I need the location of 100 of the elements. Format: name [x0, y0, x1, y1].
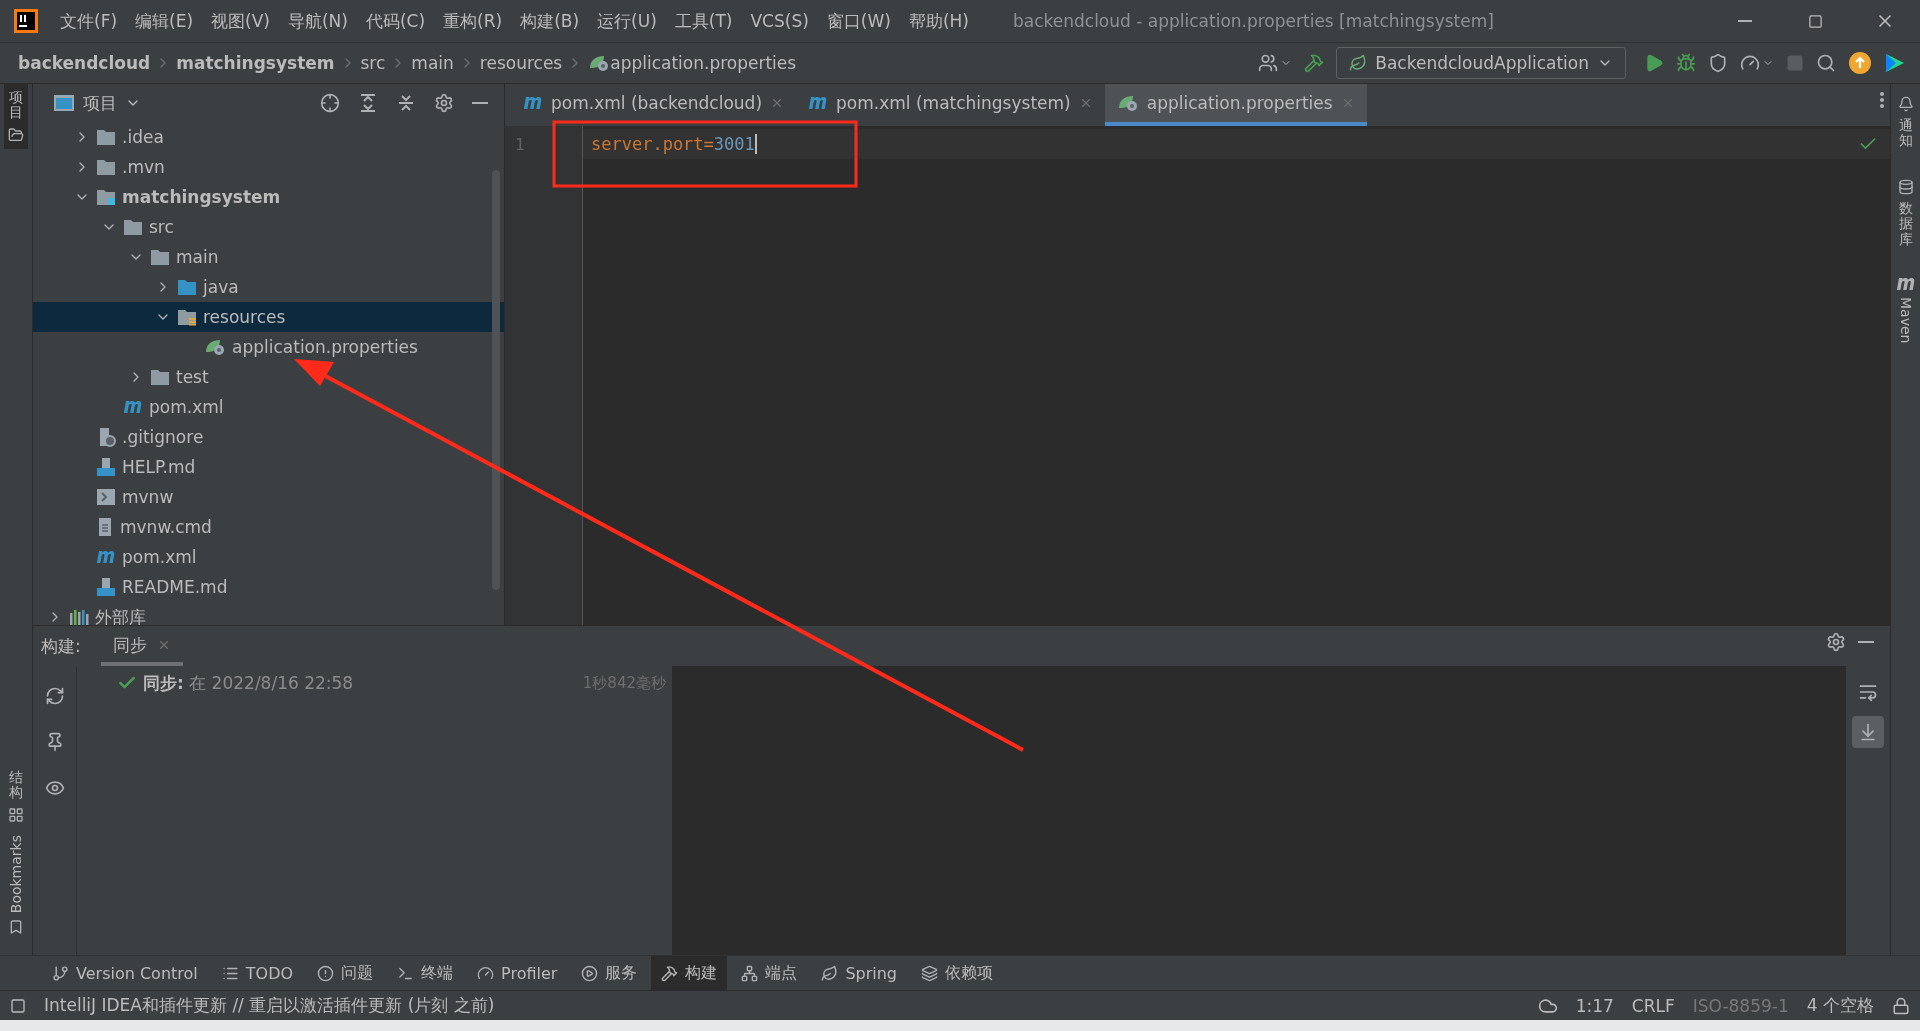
maven-icon [123, 400, 143, 414]
tree-item[interactable]: pom.xml [33, 542, 504, 572]
tree-item[interactable]: application.properties [33, 332, 504, 362]
toolbox-logo-icon [1884, 52, 1906, 74]
menu-item[interactable]: 编辑(E) [135, 9, 194, 33]
tool-window-tab[interactable]: 端点 [731, 955, 808, 991]
panel-toggle-icon[interactable] [10, 997, 26, 1014]
breadcrumb[interactable]: application.properties [610, 53, 797, 73]
menu-item[interactable]: VCS(S) [750, 11, 809, 31]
tool-window-tab[interactable]: Spring [811, 955, 907, 991]
status-message[interactable]: IntelliJ IDEA和插件更新 // 重启以激活插件更新 (片刻 之前) [44, 994, 495, 1017]
text-file-icon [96, 517, 114, 537]
tree-item[interactable]: resources [33, 302, 504, 332]
tree-item[interactable]: src [33, 212, 504, 242]
lock-icon[interactable] [1892, 996, 1910, 1015]
menu-item[interactable]: 工具(T) [674, 9, 733, 33]
network-icon [741, 964, 759, 982]
menu-item[interactable]: 文件(F) [60, 9, 118, 33]
tool-window-tab[interactable]: Version Control [42, 955, 208, 991]
menu-item[interactable]: 帮助(H) [908, 9, 969, 33]
breadcrumb[interactable]: main [411, 53, 454, 73]
breadcrumb[interactable]: src [360, 53, 386, 73]
folder-icon [96, 158, 116, 176]
maven-icon [1895, 276, 1916, 291]
tool-window-tab[interactable]: Profiler [467, 955, 568, 991]
tool-window-tab[interactable]: TODO [211, 955, 304, 991]
tree-item[interactable]: matchingsystem [33, 182, 504, 212]
maven-icon [808, 96, 829, 110]
status-item[interactable]: 4 个空格 [1806, 994, 1874, 1017]
bell-icon [1897, 96, 1914, 112]
menu-item[interactable]: 窗口(W) [826, 9, 891, 33]
library-icon [69, 608, 89, 625]
run-configuration-dropdown[interactable]: BackendcloudApplication [1336, 47, 1626, 79]
more-icon [1880, 92, 1884, 108]
collapse-all-icon [396, 93, 416, 113]
tree-item[interactable]: main [33, 242, 504, 272]
tool-window-button[interactable]: 结构 [4, 764, 28, 829]
tool-window-button[interactable]: Bookmarks [4, 828, 28, 941]
tree-item[interactable]: .mvn [33, 152, 504, 182]
gauge-icon [477, 964, 495, 982]
tool-window-button[interactable]: 通知 [1893, 90, 1918, 155]
tool-window-button[interactable]: 数据库 [1893, 172, 1918, 253]
tree-item[interactable]: .gitignore [33, 422, 504, 452]
window-title: backendcloud - application.properties [matchingsystem] [1013, 11, 1494, 31]
tool-window-tab[interactable]: 依赖项 [911, 955, 1003, 991]
editor-tab[interactable]: application.properties [1104, 84, 1367, 126]
editor-tab[interactable]: pom.xml (matchingsystem) [796, 84, 1105, 126]
tree-item[interactable]: mvnw [33, 482, 504, 512]
tree-item[interactable]: .idea [33, 122, 504, 152]
menu-item[interactable]: 构建(B) [520, 9, 580, 33]
play-icon [581, 964, 599, 982]
status-item[interactable]: CRLF [1631, 995, 1675, 1016]
menu-item[interactable]: 运行(U) [597, 9, 657, 33]
tree-item[interactable]: mvnw.cmd [33, 512, 504, 542]
expand-all-icon [358, 93, 378, 113]
scrollbar[interactable] [492, 170, 500, 590]
folder-icon [177, 308, 197, 326]
eye-icon [44, 778, 65, 798]
users-icon [1258, 53, 1279, 73]
shell-script-icon [96, 488, 116, 506]
markdown-file-icon [96, 457, 116, 477]
tool-window-tab[interactable]: 终端 [387, 955, 464, 991]
project-view-dropdown[interactable]: 项目 [47, 90, 147, 116]
editor-tab[interactable]: pom.xml (backendcloud) [511, 84, 797, 126]
menu-item[interactable]: 代码(C) [365, 9, 426, 33]
tree-item[interactable]: test [33, 362, 504, 392]
tree-item[interactable]: java [33, 272, 504, 302]
breadcrumb[interactable]: backendcloud [18, 53, 151, 73]
tool-window-tab[interactable]: 服务 [571, 955, 648, 991]
tree-item[interactable]: README.md [33, 572, 504, 602]
crosshair-icon [320, 93, 340, 113]
stop-icon [1786, 54, 1804, 72]
tool-window-tab[interactable]: 构建 [651, 955, 728, 991]
search-icon [1816, 53, 1836, 73]
tool-window-button[interactable]: Maven [1891, 270, 1920, 350]
folder-icon [96, 128, 116, 146]
tool-window-tab[interactable]: 问题 [307, 955, 384, 991]
menu-item[interactable]: 导航(N) [287, 9, 348, 33]
folder-icon [177, 278, 197, 296]
build-entry[interactable]: 同步: 在 2022/8/16 22:58 [143, 671, 354, 695]
hammer-icon [661, 964, 679, 982]
scroll-to-end-button[interactable] [1852, 716, 1884, 748]
menu-item[interactable]: 重构(R) [443, 9, 503, 33]
down-arrow-icon [1858, 722, 1878, 742]
bug-icon [1676, 53, 1696, 73]
breadcrumb[interactable]: resources [479, 53, 563, 73]
layers-icon [921, 964, 938, 982]
spring-leaf-icon [588, 54, 611, 72]
spring-leaf-icon [1116, 94, 1139, 112]
tree-item[interactable]: 外部库 [33, 602, 504, 625]
breadcrumb[interactable]: matchingsystem [176, 53, 335, 73]
menu-item[interactable]: 视图(V) [211, 9, 270, 33]
folder-icon [150, 248, 170, 266]
tool-window-button[interactable]: 项目 [4, 84, 28, 149]
minimize-icon [472, 102, 488, 104]
minimize-icon [1738, 20, 1752, 22]
tree-item[interactable]: HELP.md [33, 452, 504, 482]
status-item[interactable]: 1:17 [1575, 995, 1614, 1016]
tree-item[interactable]: pom.xml [33, 392, 504, 422]
shield-icon [1708, 53, 1728, 73]
